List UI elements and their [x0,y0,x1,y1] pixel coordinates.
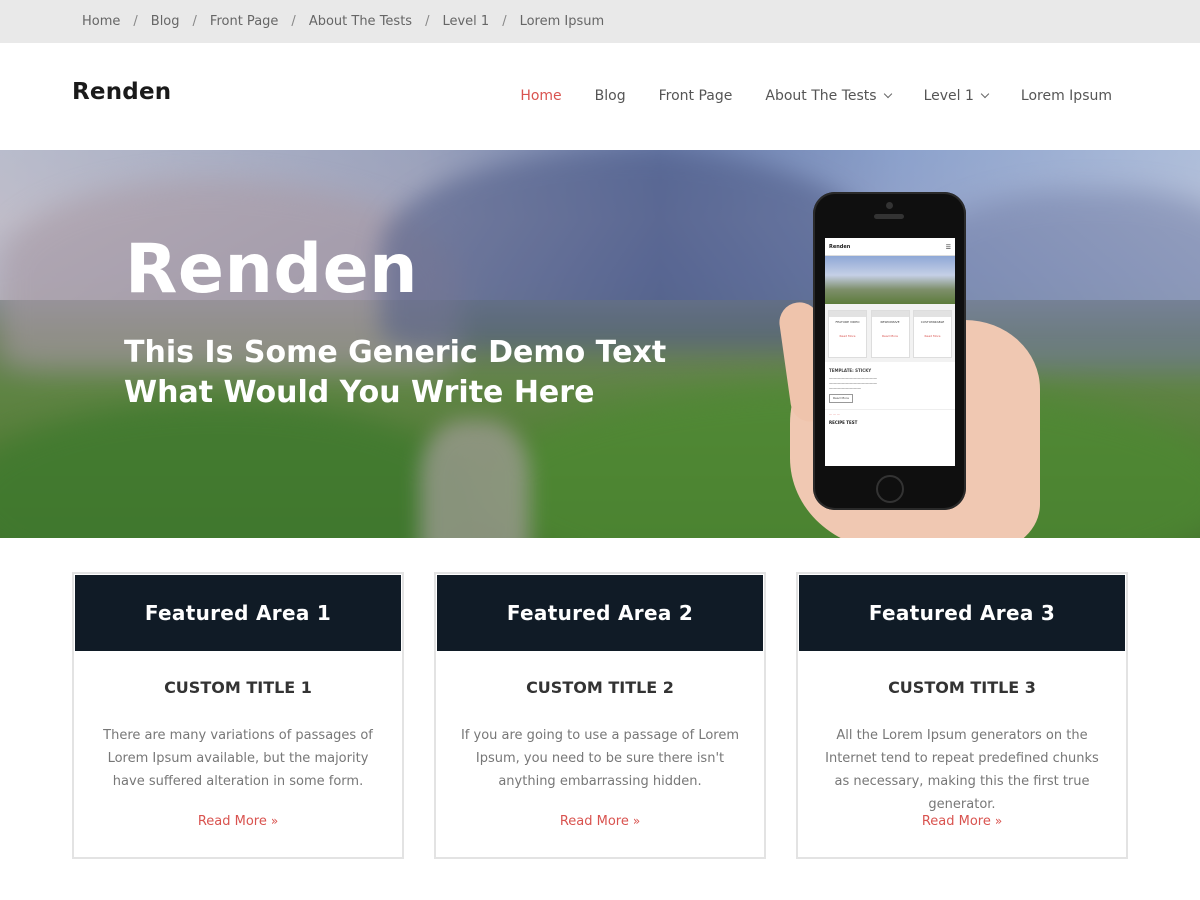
featured-card-3: Featured Area 3 CUSTOM TITLE 3 All the L… [796,572,1128,859]
featured-card-heading: Featured Area 1 [75,575,401,651]
phone-card-title: RESPONSIVE [880,320,900,324]
breadcrumb: Home / Blog / Front Page / About The Tes… [82,0,604,43]
phone-site-header: Renden ☰ [825,238,955,256]
chevron-down-icon [980,89,990,99]
hero-subtitle-line: What Would You Write Here [124,375,595,410]
featured-card-text: If you are going to use a passage of Lor… [460,728,740,789]
hero-title: Renden [125,230,419,309]
phone-speaker [874,214,904,219]
chevron-down-icon [883,89,892,99]
nav-item-lorem-ipsum[interactable]: Lorem Ipsum [1021,88,1112,104]
nav-item-label: About The Tests [765,88,877,104]
nav-item-home[interactable]: Home [520,88,561,104]
nav-item-front-page[interactable]: Front Page [659,88,733,104]
hero-banner: Renden This Is Some Generic Demo Text Wh… [0,150,1200,538]
phone-section: TEMPLATE: STICKY ———————————— ———————————… [825,362,955,409]
featured-card-heading: Featured Area 2 [437,575,763,651]
nav-item-label: Level 1 [923,88,974,104]
phone-card-link: Read More [882,334,898,338]
read-more-link[interactable]: Read More» [436,814,764,829]
featured-card-heading: Featured Area 3 [799,575,1125,651]
featured-card-text: There are many variations of passages of… [103,728,373,789]
nav-item-label: Lorem Ipsum [1020,88,1112,104]
phone-site-name: Renden [829,244,851,250]
read-more-label: Read More [921,814,991,829]
site-logo[interactable]: Renden [72,79,171,105]
phone-footer-title: RECIPE TEST [829,420,858,425]
phone-section-body: ———————————— ———————————— ———————— [829,376,877,391]
phone-section-title: TEMPLATE: STICKY [829,368,872,373]
phone-camera [886,202,893,209]
nav-item-about-the-tests[interactable]: About The Tests [765,88,892,104]
phone-feature-card: RESPONSIVE Read More [870,310,910,358]
phone-screen: Renden ☰ FEATURE VIDEO Read More RESPONSI… [825,238,955,466]
main-nav: Home Blog Front Page About The Tests Lev… [487,88,1112,104]
breadcrumb-blog[interactable]: Blog [151,14,180,29]
double-chevron-right-icon: » [994,814,1003,828]
phone-feature-cards: FEATURE VIDEO Read More RESPONSIVE Read Mo… [825,304,955,362]
featured-card-title: CUSTOM TITLE 1 [164,678,312,697]
read-more-label: Read More [197,814,267,829]
breadcrumb-about-the-tests[interactable]: About The Tests [309,14,412,29]
hero-background-hill [0,400,480,538]
site-header: Renden Home Blog Front Page About The Te… [0,43,1200,150]
nav-item-label: Home [520,88,562,104]
breadcrumb-front-page[interactable]: Front Page [210,14,279,29]
breadcrumb-separator: / [425,14,430,29]
hero-subtitle-line: This Is Some Generic Demo Text [124,335,667,370]
hero-subtitle: This Is Some Generic Demo Text What Woul… [124,333,666,413]
nav-item-label: Front Page [658,88,733,104]
featured-card-text: All the Lorem Ipsum generators on the In… [825,728,1099,812]
phone-feature-card: FEATURE VIDEO Read More [828,310,867,358]
breadcrumb-bar: Home / Blog / Front Page / About The Tes… [0,0,1200,43]
featured-card-1: Featured Area 1 CUSTOM TITLE 1 There are… [72,572,404,859]
breadcrumb-separator: / [502,14,507,29]
nav-item-blog[interactable]: Blog [595,88,626,104]
phone-hero-image [825,256,955,304]
read-more-link[interactable]: Read More» [74,814,402,829]
breadcrumb-separator: / [291,14,296,29]
phone-feature-card: CUSTOMIZABLE Read More [913,310,952,358]
nav-item-label: Blog [594,88,626,104]
breadcrumb-home[interactable]: Home [82,14,120,29]
read-more-label: Read More [559,814,629,829]
phone-card-link: Read More [839,334,856,338]
double-chevron-right-icon: » [632,814,641,828]
breadcrumb-level-1[interactable]: Level 1 [442,14,489,29]
hero-background-road [420,420,530,538]
double-chevron-right-icon: » [270,814,279,828]
phone-card-title: FEATURE VIDEO [835,320,860,324]
nav-item-level-1[interactable]: Level 1 [923,88,990,104]
read-more-link[interactable]: Read More» [798,814,1126,829]
phone-home-button [876,475,904,503]
featured-card-title: CUSTOM TITLE 3 [888,678,1036,697]
phone-card-link: Read More [924,334,941,338]
breadcrumb-separator: / [192,14,197,29]
phone-mockup: Renden ☰ FEATURE VIDEO Read More RESPONSI… [813,192,966,510]
breadcrumb-separator: / [133,14,138,29]
phone-read-more-button: Read More [829,394,853,403]
phone-card-title: CUSTOMIZABLE [920,320,945,324]
breadcrumb-lorem-ipsum[interactable]: Lorem Ipsum [520,14,605,29]
featured-card-2: Featured Area 2 CUSTOM TITLE 2 If you ar… [434,572,766,859]
hamburger-icon: ☰ [945,244,951,251]
featured-card-title: CUSTOM TITLE 2 [526,678,674,697]
phone-footer-meta: — — — [825,409,955,418]
